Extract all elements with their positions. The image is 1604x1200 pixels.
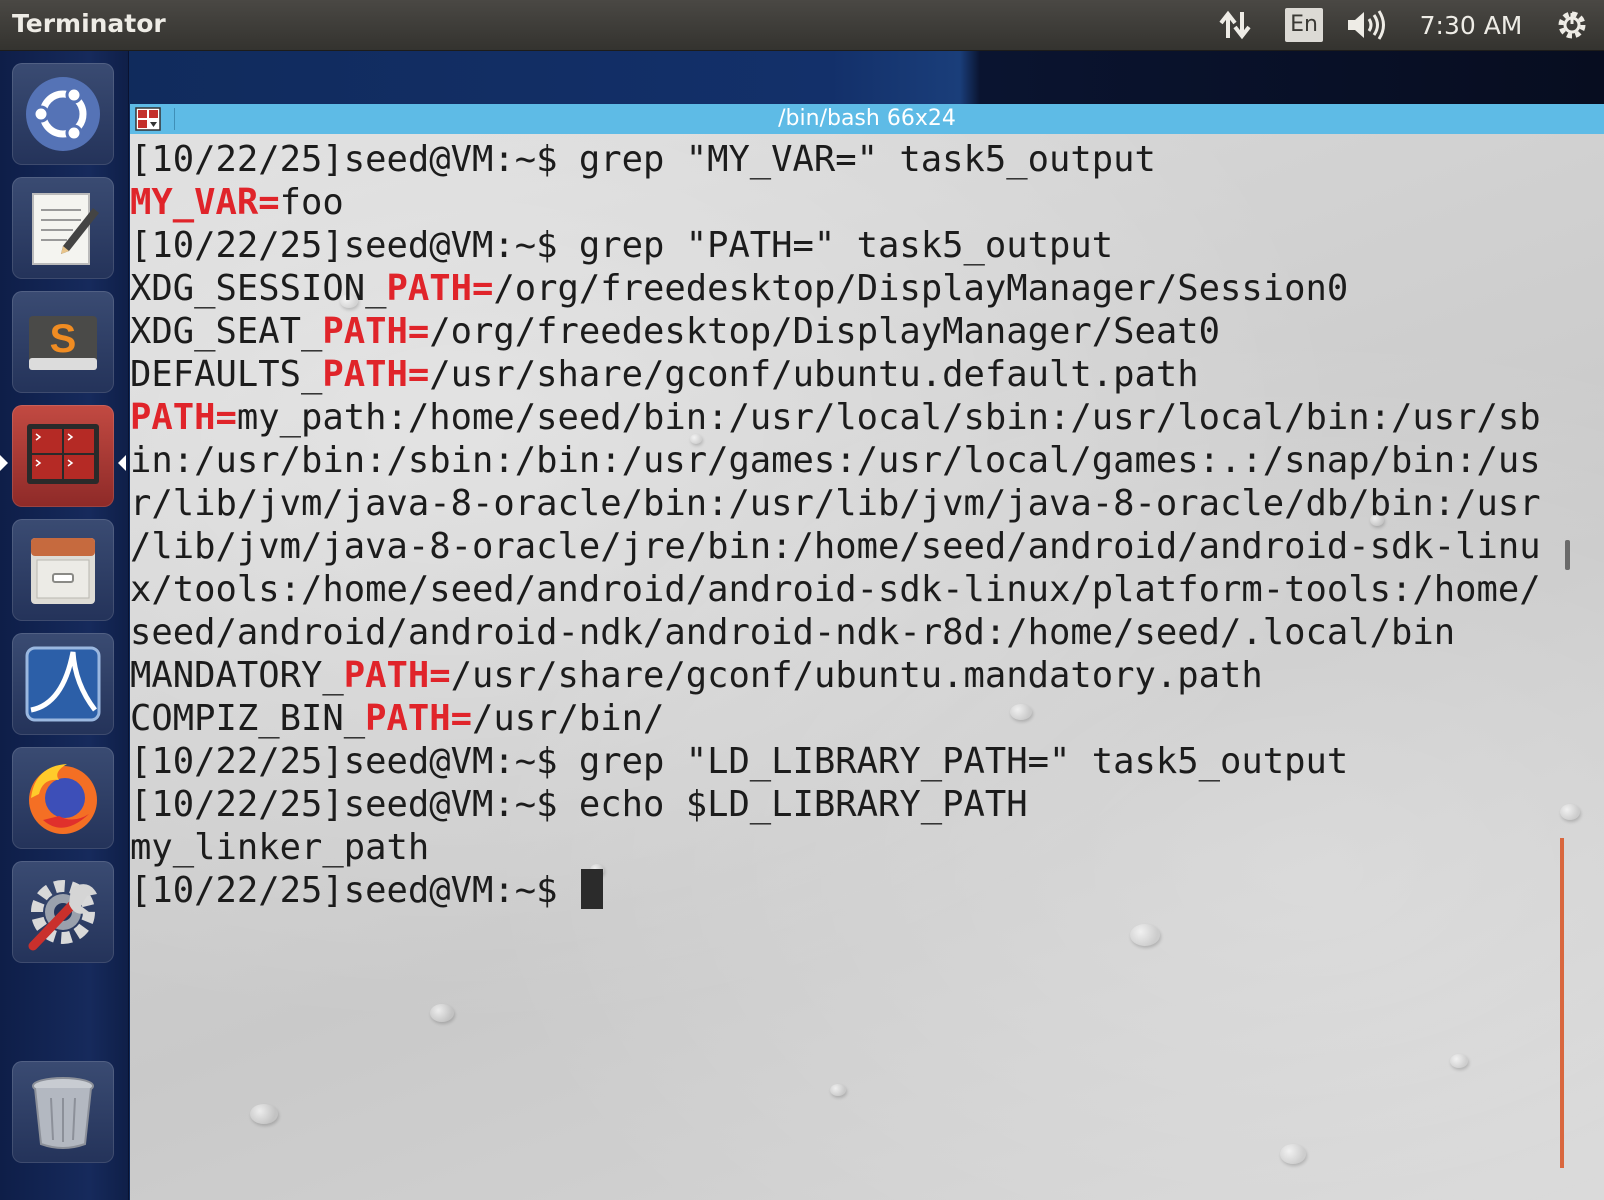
launcher-item-firefox[interactable] <box>12 747 114 849</box>
volume-icon[interactable] <box>1338 0 1394 50</box>
terminal-text: /lib/jvm/java-8-oracle/jre/bin:/home/see… <box>130 526 1541 567</box>
terminal-text: DEFAULTS_ <box>130 354 323 395</box>
terminal-text: XDG_SESSION_ <box>130 268 387 309</box>
launcher-item-text-editor[interactable] <box>12 177 114 279</box>
launcher-item-sublime-text[interactable]: S <box>12 291 114 393</box>
terminal-text: in:/usr/bin:/sbin:/bin:/usr/games:/usr/l… <box>130 440 1541 481</box>
terminal-text: my_linker_path <box>130 827 430 868</box>
grep-match-highlight: PATH= <box>343 655 451 696</box>
sublime-text-icon: S <box>29 316 97 370</box>
terminal-window[interactable]: /bin/bash 66x24 [10/22/25]seed@VM:~$ gre… <box>130 104 1604 1200</box>
launcher-item-trash[interactable] <box>12 1061 114 1163</box>
terminal-line: my_linker_path <box>130 826 1604 869</box>
terminal-line: MY_VAR=foo <box>130 181 1604 224</box>
background-droplet <box>430 1004 454 1022</box>
terminal-line: DEFAULTS_PATH=/usr/share/gconf/ubuntu.de… <box>130 353 1604 396</box>
background-droplet <box>1280 1144 1306 1164</box>
terminal-text: /org/freedesktop/DisplayManager/Seat0 <box>429 311 1221 352</box>
terminal-line: r/lib/jvm/java-8-oracle/bin:/usr/lib/jvm… <box>130 482 1604 525</box>
wireshark-icon <box>25 646 101 722</box>
terminal-text: [10/22/25]seed@VM:~$ echo $LD_LIBRARY_PA… <box>130 784 1028 825</box>
terminal-text: [10/22/25]seed@VM:~$ grep "LD_LIBRARY_PA… <box>130 741 1349 782</box>
clock[interactable]: 7:30 AM <box>1406 0 1536 50</box>
terminal-line: [10/22/25]seed@VM:~$ grep "PATH=" task5_… <box>130 224 1604 267</box>
terminal-line: seed/android/android-ndk/android-ndk-r8d… <box>130 611 1604 654</box>
terminal-line: COMPIZ_BIN_PATH=/usr/bin/ <box>130 697 1604 740</box>
terminal-text: [10/22/25]seed@VM:~$ grep "PATH=" task5_… <box>130 225 1114 266</box>
ubuntu-logo-icon <box>26 77 100 151</box>
settings-wrench-icon <box>28 880 97 951</box>
keyboard-layout-indicator[interactable]: En <box>1282 0 1326 50</box>
terminal-line: XDG_SEAT_PATH=/org/freedesktop/DisplayMa… <box>130 310 1604 353</box>
terminal-line: in:/usr/bin:/sbin:/bin:/usr/games:/usr/l… <box>130 439 1604 482</box>
terminal-text: /usr/share/gconf/ubuntu.default.path <box>429 354 1199 395</box>
terminal-text: r/lib/jvm/java-8-oracle/bin:/usr/lib/jvm… <box>130 483 1541 524</box>
terminal-line: [10/22/25]seed@VM:~$ <box>130 869 1604 912</box>
terminal-line: XDG_SESSION_PATH=/org/freedesktop/Displa… <box>130 267 1604 310</box>
terminal-text: my_path:/home/seed/bin:/usr/local/sbin:/… <box>236 397 1541 438</box>
terminal-text: XDG_SEAT_ <box>130 311 323 352</box>
terminal-text: foo <box>279 182 344 223</box>
keyboard-layout-label: En <box>1285 8 1323 42</box>
terminal-line: [10/22/25]seed@VM:~$ echo $LD_LIBRARY_PA… <box>130 783 1604 826</box>
file-cabinet-icon <box>31 538 95 604</box>
grep-match-highlight: MY_VAR= <box>130 182 280 223</box>
background-droplet <box>1450 1054 1468 1068</box>
grep-match-highlight: PATH= <box>386 268 494 309</box>
desktop-screen: Terminator En 7:30 AM S /bin/bash 66x24 … <box>0 0 1604 1200</box>
terminal-text: /org/freedesktop/DisplayManager/Session0 <box>493 268 1349 309</box>
terminal-line: MANDATORY_PATH=/usr/share/gconf/ubuntu.m… <box>130 654 1604 697</box>
grep-match-highlight: PATH= <box>322 354 430 395</box>
active-pip-left <box>0 455 8 471</box>
launcher-item-files[interactable] <box>12 519 114 621</box>
terminal-text: [10/22/25]seed@VM:~$ grep "MY_VAR=" task… <box>130 139 1156 180</box>
firefox-icon <box>29 764 97 834</box>
terminal-title: /bin/bash 66x24 <box>778 106 956 131</box>
network-updown-icon[interactable] <box>1210 0 1260 50</box>
text-editor-icon <box>32 193 99 265</box>
terminator-icon <box>27 424 99 484</box>
terminal-line: /lib/jvm/java-8-oracle/jre/bin:/home/see… <box>130 525 1604 568</box>
terminal-line: PATH=my_path:/home/seed/bin:/usr/local/s… <box>130 396 1604 439</box>
terminal-text: MANDATORY_ <box>130 655 344 696</box>
svg-text:S: S <box>50 317 77 361</box>
terminal-line: [10/22/25]seed@VM:~$ grep "MY_VAR=" task… <box>130 138 1604 181</box>
background-droplet <box>830 1084 846 1096</box>
launcher-item-ubuntu-dash[interactable] <box>12 63 114 165</box>
terminal-text: /usr/share/gconf/ubuntu.mandatory.path <box>450 655 1263 696</box>
background-droplet <box>1130 924 1160 946</box>
grep-match-highlight: PATH= <box>130 397 237 438</box>
grep-match-highlight: PATH= <box>365 698 472 739</box>
terminal-text: x/tools:/home/seed/android/android-sdk-l… <box>130 569 1541 610</box>
launcher: S <box>0 51 129 1200</box>
terminal-line: [10/22/25]seed@VM:~$ grep "LD_LIBRARY_PA… <box>130 740 1604 783</box>
top-panel: Terminator En 7:30 AM <box>0 0 1604 51</box>
terminal-output[interactable]: [10/22/25]seed@VM:~$ grep "MY_VAR=" task… <box>130 138 1604 912</box>
terminal-line: x/tools:/home/seed/android/android-sdk-l… <box>130 568 1604 611</box>
window-edge-accent <box>1560 838 1564 1168</box>
grep-match-highlight: PATH= <box>322 311 430 352</box>
terminal-text: /usr/bin/ <box>471 698 665 739</box>
terminal-text: COMPIZ_BIN_ <box>130 698 366 739</box>
active-app-title: Terminator <box>12 9 166 38</box>
terminal-text: [10/22/25]seed@VM:~$ <box>130 870 579 911</box>
launcher-item-wireshark[interactable] <box>12 633 114 735</box>
background-droplet <box>250 1104 278 1124</box>
scrollbar-handle[interactable] <box>1565 540 1570 570</box>
launcher-item-system-settings[interactable] <box>12 861 114 963</box>
trash-icon <box>32 1077 94 1149</box>
terminal-text: seed/android/android-ndk/android-ndk-r8d… <box>130 612 1456 653</box>
active-pip-right <box>118 455 126 471</box>
power-gear-icon[interactable] <box>1548 0 1596 50</box>
launcher-item-terminator[interactable] <box>12 405 114 507</box>
terminal-titlebar[interactable]: /bin/bash 66x24 <box>130 104 1604 134</box>
terminal-cursor <box>580 869 603 909</box>
